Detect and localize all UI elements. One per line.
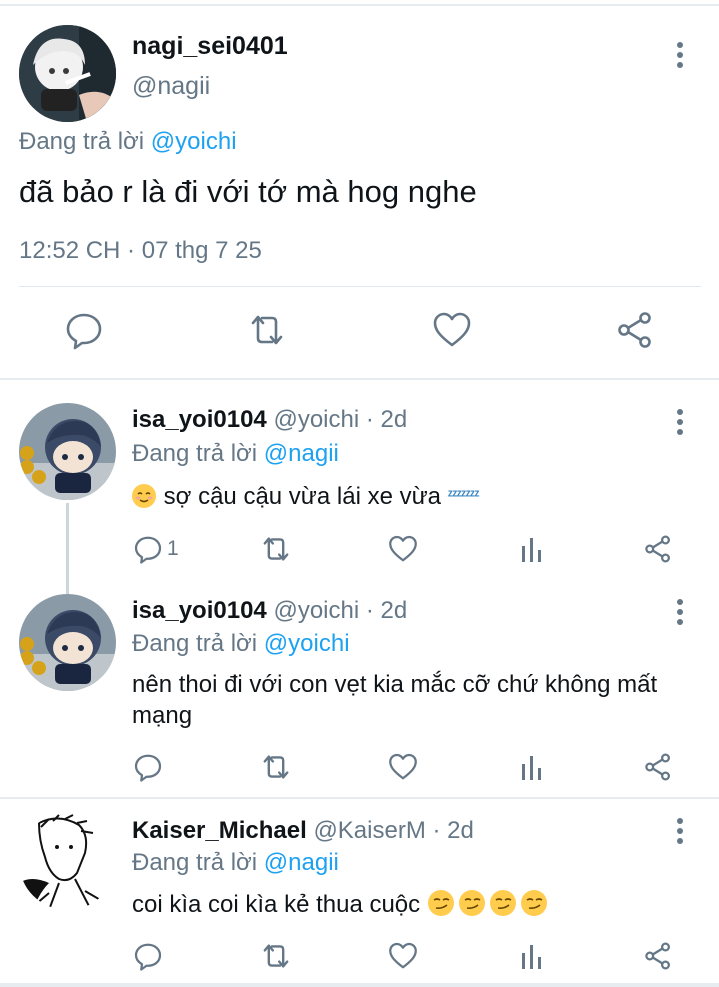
divider: [19, 286, 701, 287]
bottom-divider: [0, 983, 719, 987]
reply-icon[interactable]: [64, 310, 104, 350]
tweet-actions: 1: [0, 532, 719, 568]
mention-link[interactable]: @nagii: [264, 440, 339, 467]
more-options-icon[interactable]: [672, 40, 688, 70]
reply-header: Kaiser_Michael @KaiserM · 2d: [132, 817, 474, 845]
like-icon[interactable]: [388, 939, 418, 973]
smirking-face-emoji: [427, 889, 551, 925]
like-icon[interactable]: [388, 532, 418, 566]
analytics-icon[interactable]: [518, 532, 546, 566]
tweet-text-body: sợ cậu cậu vừa lái xe vừa: [163, 483, 441, 510]
display-name[interactable]: nagi_sei0401: [132, 32, 288, 61]
analytics-icon[interactable]: [518, 750, 546, 784]
reply-tweet[interactable]: isa_yoi0104 @yoichi · 2d Đang trả lời @y…: [0, 594, 719, 798]
handle[interactable]: @KaiserM: [313, 817, 425, 844]
replying-prefix: Đang trả lời: [132, 849, 258, 876]
more-options-icon[interactable]: [672, 817, 688, 845]
tweet-text: đã bảo r là đi với tớ mà hog nghe: [19, 174, 477, 209]
replying-prefix: Đang trả lời: [132, 630, 258, 657]
avatar[interactable]: [19, 594, 116, 691]
relative-time[interactable]: · 2d: [366, 597, 407, 624]
avatar[interactable]: [19, 25, 116, 122]
reply-header: isa_yoi0104 @yoichi · 2d: [132, 597, 407, 625]
avatar[interactable]: [19, 813, 116, 910]
reply-count: 1: [167, 537, 179, 560]
share-icon[interactable]: [643, 750, 673, 784]
retweet-icon[interactable]: [260, 532, 292, 566]
tweet-actions: [0, 306, 719, 356]
like-icon[interactable]: [432, 310, 472, 350]
reply-icon[interactable]: [133, 750, 163, 784]
relative-time[interactable]: · 2d: [366, 406, 407, 433]
more-options-icon[interactable]: [672, 408, 688, 436]
mention-link[interactable]: @yoichi: [264, 630, 350, 657]
share-icon[interactable]: [643, 939, 673, 973]
replying-prefix: Đang trả lời: [19, 128, 145, 155]
relative-time[interactable]: · 2d: [433, 817, 474, 844]
handle[interactable]: @yoichi: [273, 597, 359, 624]
main-tweet: nagi_sei0401 @nagii Đang trả lời @yoichi…: [0, 6, 719, 378]
avatar[interactable]: [19, 403, 116, 500]
reply-icon: [134, 536, 162, 564]
tweet-text: nên thoi đi với con vẹt kia mắc cỡ chứ k…: [132, 671, 658, 729]
display-name[interactable]: isa_yoi0104: [132, 406, 267, 433]
more-options-icon[interactable]: [672, 598, 688, 626]
display-name[interactable]: Kaiser_Michael: [132, 817, 307, 844]
reply-tweet[interactable]: isa_yoi0104 @yoichi · 2d Đang trả lời @n…: [0, 380, 719, 594]
retweet-icon[interactable]: [247, 310, 287, 350]
reply-icon[interactable]: [133, 939, 163, 973]
reply-header: isa_yoi0104 @yoichi · 2d: [132, 406, 407, 434]
tweet-text: coi kìa coi kìa kẻ thua cuộc: [132, 889, 672, 925]
share-icon[interactable]: [643, 532, 673, 566]
relieved-face-emoji: [132, 484, 156, 508]
like-icon[interactable]: [388, 750, 418, 784]
tweet-actions: [0, 939, 719, 975]
replying-to: Đang trả lời @yoichi: [19, 128, 237, 156]
retweet-icon[interactable]: [260, 939, 292, 973]
tweet-text: sợ cậu cậu vừa lái xe vừa ᶻᶻᶻᶻᶻᶻᶻ: [132, 480, 672, 512]
retweet-icon[interactable]: [260, 750, 292, 784]
analytics-icon[interactable]: [518, 939, 546, 973]
reply-tweet[interactable]: Kaiser_Michael @KaiserM · 2d Đang trả lờ…: [0, 799, 719, 983]
handle[interactable]: @nagii: [132, 72, 210, 101]
display-name[interactable]: isa_yoi0104: [132, 597, 267, 624]
tweet-text-body: coi kìa coi kìa kẻ thua cuộc: [132, 891, 421, 918]
tweet-actions: [0, 750, 719, 786]
share-icon[interactable]: [615, 310, 655, 350]
replying-to: Đang trả lời @nagii: [132, 440, 339, 468]
replying-prefix: Đang trả lời: [132, 440, 258, 467]
handle[interactable]: @yoichi: [273, 406, 359, 433]
replying-to: Đang trả lời @nagii: [132, 849, 339, 877]
zzz-emoji: ᶻᶻᶻᶻᶻᶻᶻ: [447, 487, 480, 504]
mention-link[interactable]: @nagii: [264, 849, 339, 876]
reply-action[interactable]: 1: [133, 532, 179, 566]
replying-to: Đang trả lời @yoichi: [132, 630, 350, 658]
mention-link[interactable]: @yoichi: [151, 128, 237, 155]
timestamp[interactable]: 12:52 CH · 07 thg 7 25: [19, 237, 262, 265]
